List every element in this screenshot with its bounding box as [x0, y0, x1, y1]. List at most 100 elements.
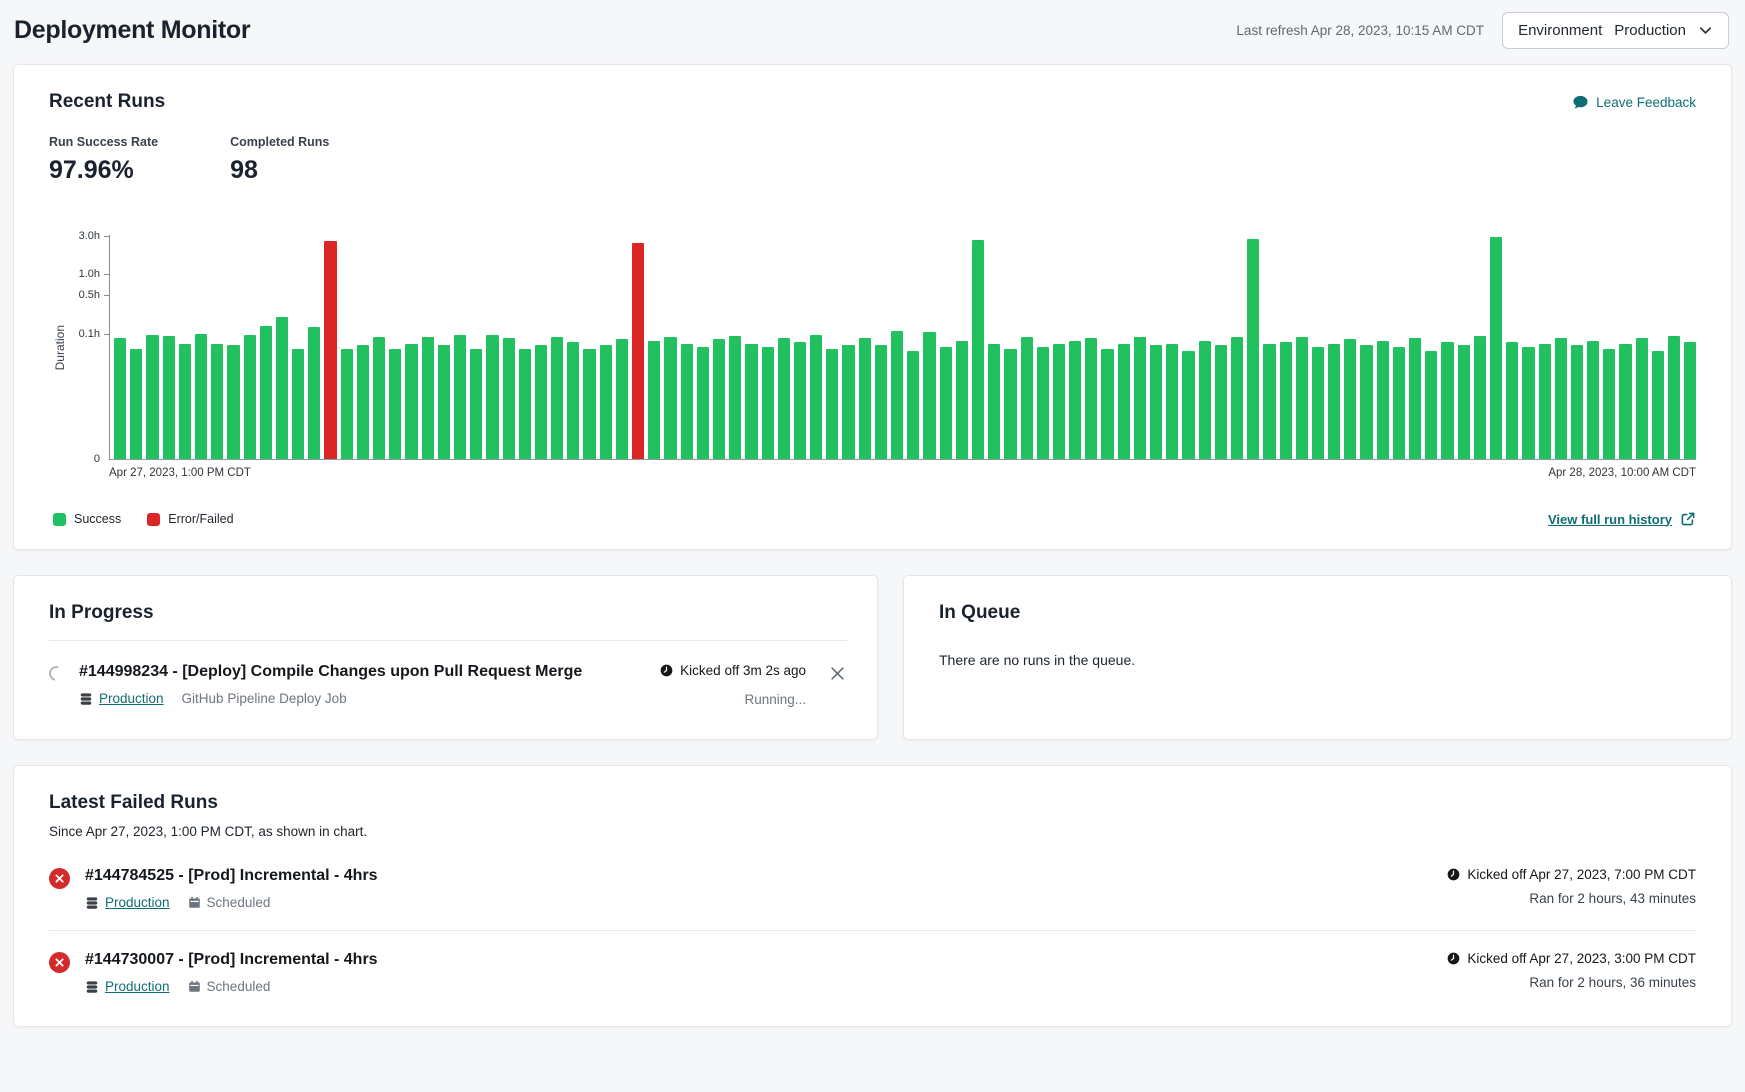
- chart-bar-success[interactable]: [227, 345, 239, 459]
- chart-bar-success[interactable]: [405, 344, 417, 459]
- chart-bar-success[interactable]: [794, 342, 806, 459]
- chart-bar-success[interactable]: [1652, 351, 1664, 460]
- chart-bar-success[interactable]: [778, 338, 790, 459]
- chart-bar-success[interactable]: [276, 317, 288, 459]
- chart-bar-success[interactable]: [357, 345, 369, 459]
- chart-bar-success[interactable]: [211, 344, 223, 459]
- chart-bar-success[interactable]: [1296, 337, 1308, 459]
- chart-bar-success[interactable]: [907, 351, 919, 460]
- chart-bar-success[interactable]: [1458, 345, 1470, 459]
- chart-bar-success[interactable]: [260, 326, 272, 459]
- chart-bar-success[interactable]: [1539, 344, 1551, 459]
- chart-bar-success[interactable]: [179, 344, 191, 459]
- close-icon[interactable]: [828, 664, 847, 688]
- chart-bar-success[interactable]: [1150, 345, 1162, 459]
- chart-bar-success[interactable]: [1118, 344, 1130, 459]
- chart-bar-success[interactable]: [1668, 336, 1680, 459]
- environment-link[interactable]: Production: [105, 979, 170, 994]
- chart-bar-success[interactable]: [470, 349, 482, 459]
- chart-bar-success[interactable]: [842, 345, 854, 459]
- chart-bar-success[interactable]: [244, 335, 256, 459]
- chart-bar-success[interactable]: [454, 335, 466, 459]
- chart-bar-success[interactable]: [1247, 239, 1259, 459]
- view-full-run-history-link[interactable]: View full run history: [1548, 511, 1696, 527]
- environment-dropdown[interactable]: Environment Production: [1502, 12, 1729, 49]
- chart-bar-success[interactable]: [940, 347, 952, 459]
- chart-bar-success[interactable]: [697, 347, 709, 459]
- chart-bar-success[interactable]: [438, 345, 450, 459]
- chart-bar-success[interactable]: [1004, 349, 1016, 459]
- chart-bar-success[interactable]: [1619, 344, 1631, 459]
- chart-bar-success[interactable]: [486, 335, 498, 459]
- chart-bar-success[interactable]: [1603, 349, 1615, 459]
- chart-bar-success[interactable]: [422, 337, 434, 459]
- chart-bar-success[interactable]: [923, 332, 935, 459]
- chart-bar-success[interactable]: [551, 337, 563, 459]
- chart-bar-success[interactable]: [891, 331, 903, 459]
- chart-bar-success[interactable]: [664, 337, 676, 459]
- chart-bar-success[interactable]: [1312, 347, 1324, 459]
- chart-bar-success[interactable]: [308, 327, 320, 459]
- chart-bar-success[interactable]: [535, 345, 547, 459]
- chart-bar-success[interactable]: [600, 345, 612, 459]
- chart-bar-success[interactable]: [681, 344, 693, 459]
- chart-bar-success[interactable]: [341, 349, 353, 459]
- chart-bar-success[interactable]: [875, 345, 887, 459]
- chart-bar-success[interactable]: [1069, 341, 1081, 459]
- chart-bar-success[interactable]: [163, 336, 175, 459]
- chart-bar-success[interactable]: [1166, 344, 1178, 459]
- chart-bar-success[interactable]: [1037, 347, 1049, 459]
- chart-bar-success[interactable]: [373, 337, 385, 459]
- environment-link[interactable]: Production: [99, 691, 164, 706]
- chart-bar-success[interactable]: [1522, 347, 1534, 459]
- chart-bar-success[interactable]: [826, 349, 838, 459]
- chart-bar-success[interactable]: [713, 339, 725, 459]
- chart-bar-success[interactable]: [1684, 342, 1696, 459]
- chart-bar-success[interactable]: [1344, 339, 1356, 459]
- environment-link[interactable]: Production: [105, 895, 170, 910]
- chart-bar-success[interactable]: [1490, 237, 1502, 459]
- chart-bar-success[interactable]: [810, 335, 822, 459]
- chart-bar-success[interactable]: [1571, 345, 1583, 459]
- chart-bar-success[interactable]: [1506, 342, 1518, 459]
- chart-bar-success[interactable]: [988, 344, 1000, 459]
- chart-bar-success[interactable]: [1441, 342, 1453, 459]
- chart-bar-success[interactable]: [1636, 338, 1648, 459]
- chart-bar-success[interactable]: [859, 338, 871, 459]
- chart-bar-success[interactable]: [1425, 351, 1437, 460]
- chart-bar-success[interactable]: [616, 339, 628, 459]
- chart-bar-success[interactable]: [1393, 347, 1405, 459]
- chart-bar-success[interactable]: [503, 338, 515, 459]
- chart-bar-failed[interactable]: [632, 243, 644, 459]
- chart-bar-success[interactable]: [729, 336, 741, 459]
- chart-bar-success[interactable]: [1231, 337, 1243, 459]
- chart-bar-success[interactable]: [130, 349, 142, 459]
- chart-bar-success[interactable]: [146, 335, 158, 459]
- chart-bar-success[interactable]: [648, 341, 660, 459]
- chart-bar-success[interactable]: [972, 240, 984, 459]
- chart-bar-success[interactable]: [1587, 341, 1599, 459]
- chart-bar-success[interactable]: [1182, 351, 1194, 460]
- chart-bar-success[interactable]: [1263, 344, 1275, 459]
- chart-bar-success[interactable]: [1134, 337, 1146, 459]
- chart-bar-success[interactable]: [583, 349, 595, 459]
- chart-bar-success[interactable]: [114, 338, 126, 459]
- chart-bar-success[interactable]: [1085, 338, 1097, 459]
- chart-bar-success[interactable]: [292, 349, 304, 459]
- chart-bar-success[interactable]: [1377, 341, 1389, 459]
- chart-bar-failed[interactable]: [324, 241, 336, 459]
- chart-bar-success[interactable]: [745, 344, 757, 459]
- chart-bar-success[interactable]: [956, 341, 968, 459]
- chart-bar-success[interactable]: [1199, 341, 1211, 459]
- chart-bar-success[interactable]: [1021, 337, 1033, 459]
- chart-bar-success[interactable]: [1101, 349, 1113, 459]
- chart-bar-success[interactable]: [1053, 344, 1065, 459]
- chart-bar-success[interactable]: [389, 349, 401, 459]
- chart-bar-success[interactable]: [762, 347, 774, 459]
- chart-bar-success[interactable]: [1409, 338, 1421, 459]
- chart-bar-success[interactable]: [1280, 342, 1292, 459]
- chart-bar-success[interactable]: [1555, 338, 1567, 459]
- chart-bar-success[interactable]: [195, 334, 207, 459]
- chart-bar-success[interactable]: [1474, 336, 1486, 459]
- leave-feedback-link[interactable]: Leave Feedback: [1572, 94, 1696, 111]
